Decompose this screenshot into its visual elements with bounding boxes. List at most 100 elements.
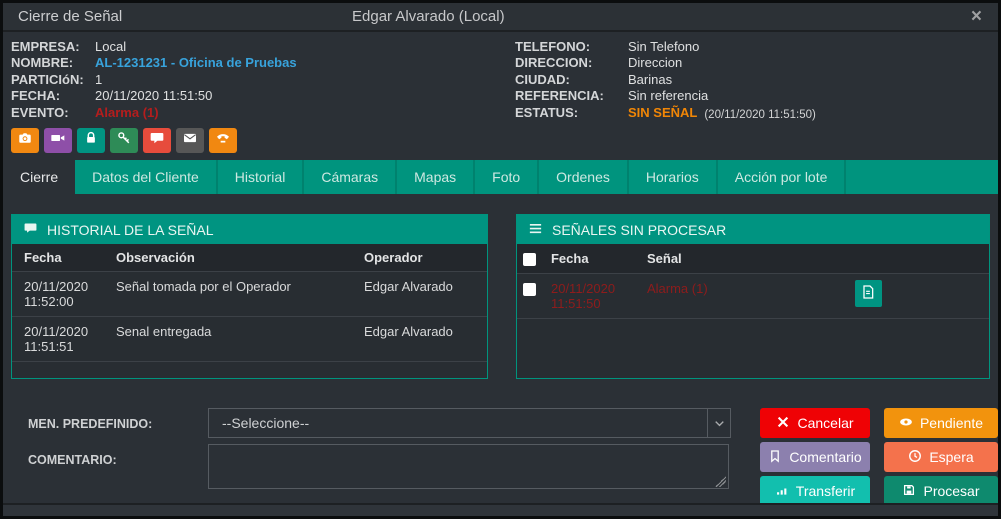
x-icon [776,415,790,432]
title-bar: Cierre de Señal Edgar Alvarado (Local) × [3,3,998,32]
key-button[interactable] [110,128,138,154]
tab-historial[interactable]: Historial [218,160,305,195]
select-all-checkbox[interactable] [522,253,536,267]
list-icon [528,221,543,239]
envelope-icon [182,130,198,151]
camera-button[interactable] [11,128,39,154]
process-button[interactable]: Procesar [884,476,998,507]
tab-mapas[interactable]: Mapas [397,160,476,195]
predefined-message-value: --Seleccione-- [222,415,310,432]
referencia-value: Sin referencia [628,88,709,104]
bar-chart-icon [775,483,789,500]
ciudad-value: Barinas [628,71,673,87]
transfer-button[interactable]: Transferir [760,476,870,507]
client-name-link[interactable]: AL-1231231 - Oficina de Pruebas [95,55,297,71]
signals-panel-title: SEÑALES SIN PROCESAR [551,221,727,238]
particion-value: 1 [95,71,103,87]
signals-table-header: Fecha Señal [516,244,989,275]
tab-bar: Cierre Datos del Cliente Historial Cámar… [3,160,998,195]
history-row: 20/11/2020 11:52:00 Señal tomada por el … [12,272,487,318]
wait-button[interactable]: Espera [884,442,998,473]
history-row-operador: Edgar Alvarado [364,279,453,295]
fecha-value: 20/11/2020 11:51:50 [95,88,213,104]
unprocessed-signals-panel: SEÑALES SIN PROCESAR Fecha Señal 20/11/2… [515,214,990,380]
client-info-section: EMPRESA: Local NOMBRE: AL-1231231 - Ofic… [3,32,998,125]
info-row-empresa: EMPRESA: Local [11,39,507,55]
tab-datos-del-cliente[interactable]: Datos del Cliente [75,160,218,195]
window-title: Cierre de Señal [18,8,123,25]
tab-horarios[interactable]: Horarios [629,160,718,195]
info-row-fecha: FECHA: 20/11/2020 11:51:50 [11,88,507,104]
predefined-message-label: MEN. PREDEFINIDO: [28,417,153,432]
nombre-label: NOMBRE: [11,55,74,71]
col-actions [849,252,989,266]
comment-bubble-icon [23,221,38,239]
info-row-referencia: REFERENCIA: Sin referencia [515,88,998,104]
predefined-message-select[interactable]: --Seleccione-- [208,408,731,439]
tab-bar-filler [846,160,998,194]
ciudad-label: CIUDAD: [515,71,570,87]
info-row-nombre: NOMBRE: AL-1231231 - Oficina de Pruebas [11,55,507,71]
history-row-observacion: Señal tomada por el Operador [116,279,291,295]
signals-panel-header: SEÑALES SIN PROCESAR [516,215,989,245]
signal-detail-button[interactable] [854,280,882,308]
wait-button-label: Espera [929,449,974,466]
tab-foto[interactable]: Foto [475,160,540,195]
row-select-cell [517,274,545,297]
phone-icon [215,130,231,151]
comment-button[interactable]: Comentario [760,442,870,473]
pending-button-label: Pendiente [919,415,984,432]
key-icon [116,130,132,151]
tab-ordenes[interactable]: Ordenes [539,160,629,195]
video-camera-button[interactable] [44,128,72,154]
direccion-value: Direccion [628,55,683,71]
col-fecha: Fecha [550,251,589,267]
telefono-label: TELEFONO: [515,39,591,54]
history-row-observacion: Senal entregada [116,324,212,340]
info-row-telefono: TELEFONO: Sin Telefono [515,39,998,55]
history-panel-title: HISTORIAL DE LA SEÑAL [47,221,214,238]
signal-row[interactable]: 20/11/2020 11:51:50 Alarma (1) [516,274,989,320]
email-button[interactable] [176,128,204,154]
direccion-label: DIRECCION: [515,55,593,71]
lock-button[interactable] [77,128,105,154]
row-checkbox[interactable] [522,283,536,297]
tab-camaras[interactable]: Cámaras [304,160,398,195]
file-document-icon [860,284,876,303]
info-row-estatus: ESTATUS: SIN SEÑAL (20/11/2020 11:51:50) [515,105,998,123]
cancel-button-label: Cancelar [797,415,854,432]
select-all-cell [517,251,545,267]
comment-textarea[interactable] [208,444,729,490]
col-operador: Operador [364,250,423,266]
signal-history-panel: HISTORIAL DE LA SEÑAL Fecha Observación … [11,214,488,380]
signal-closure-window: Cierre de Señal Edgar Alvarado (Local) ×… [0,0,1001,519]
chevron-down-icon [707,409,730,438]
clock-icon [908,449,922,466]
info-row-ciudad: CIUDAD: Barinas [515,72,998,88]
history-panel-header: HISTORIAL DE LA SEÑAL [12,215,487,245]
tab-cierre[interactable]: Cierre [3,160,76,195]
pending-button[interactable]: Pendiente [884,408,998,439]
transfer-button-label: Transferir [795,483,856,500]
evento-label: EVENTO: [11,104,69,120]
close-icon[interactable]: × [971,5,982,29]
cierre-tab-content: HISTORIAL DE LA SEÑAL Fecha Observación … [3,194,998,380]
quick-actions-toolbar [3,125,998,154]
history-row-fecha: 20/11/2020 11:52:00 [24,279,89,310]
history-row: 20/11/2020 11:51:51 Senal entregada Edga… [12,317,487,363]
comment-label: COMENTARIO: [28,453,117,468]
estatus-value: SIN SEÑAL [628,104,698,120]
window-footer [3,503,998,516]
telefono-value: Sin Telefono [628,39,700,54]
tab-accion-por-lote[interactable]: Acción por lote [718,160,847,195]
comment-button-label: Comentario [789,449,862,466]
cancel-button[interactable]: Cancelar [760,408,870,439]
fecha-label: FECHA: [11,88,61,104]
eye-icon [899,415,913,432]
operator-name: Edgar Alvarado (Local) [352,8,505,25]
lock-icon [83,130,99,151]
phone-button[interactable] [209,128,237,154]
signal-row-fecha: 20/11/2020 11:51:50 [550,281,616,312]
info-left-column: EMPRESA: Local NOMBRE: AL-1231231 - Ofic… [11,39,507,123]
chat-button[interactable] [143,128,171,154]
